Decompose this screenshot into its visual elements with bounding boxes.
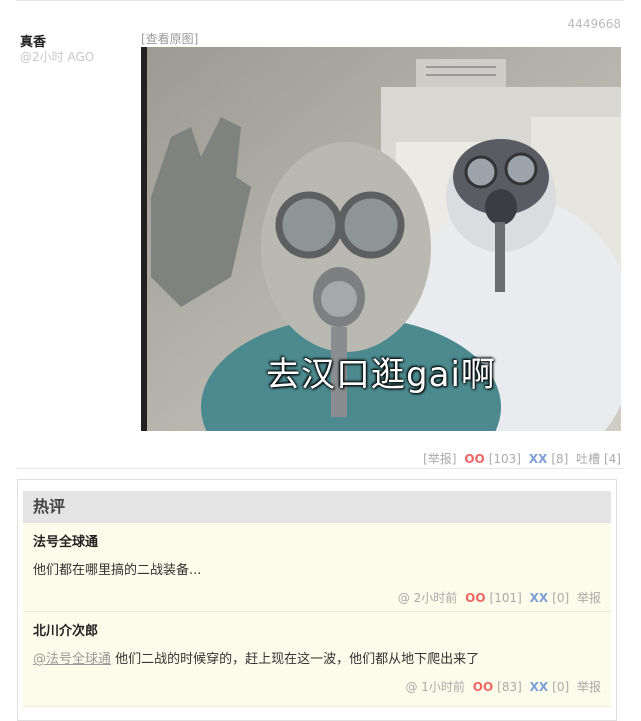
- comment-report-link[interactable]: 举报: [577, 680, 601, 694]
- post-image[interactable]: 去汉口逛gai啊: [141, 47, 621, 431]
- comment-author[interactable]: 北川介次郎: [33, 620, 98, 639]
- comment-meta: @ 1小时前 OO [83] XX [0] 举报: [401, 678, 601, 695]
- comment-xx-count: [0]: [552, 680, 570, 694]
- comment-oo-button[interactable]: OO: [465, 591, 485, 605]
- comment-item: 北川介次郎 @法号全球通 他们二战的时候穿的，赶上现在这一波，他们都从地下爬出来…: [23, 612, 611, 707]
- image-caption: 去汉口逛gai啊: [266, 355, 496, 395]
- post-time: @2小时 AGO: [20, 50, 95, 64]
- hot-comments-panel: 热评 法号全球通 他们都在哪里搞的二战装备... @ 2小时前 OO [101] …: [17, 479, 617, 721]
- view-original-link[interactable]: [查看原图]: [141, 30, 198, 47]
- xx-count: [8]: [551, 452, 569, 466]
- comment-item: 法号全球通 他们都在哪里搞的二战装备... @ 2小时前 OO [101] XX[…: [23, 523, 611, 612]
- comment-mention-link[interactable]: @法号全球通: [33, 652, 111, 667]
- mid-divider: [16, 468, 624, 469]
- post-actions: [举报] OO [103] XX [8] 吐槽 [4]: [419, 450, 621, 467]
- comment-oo-count: [101]: [489, 591, 522, 605]
- comment-text: 他们都在哪里搞的二战装备...: [33, 563, 202, 578]
- comment-text-line: @法号全球通 他们二战的时候穿的，赶上现在这一波，他们都从地下爬出来了: [33, 648, 479, 667]
- comment-xx-button[interactable]: XX: [530, 680, 549, 694]
- comment-meta: @ 2小时前 OO [101] XX [0] 举报: [394, 589, 601, 606]
- xx-vote-button[interactable]: XX: [529, 452, 548, 466]
- post-id: 4449668: [567, 17, 621, 31]
- hot-comments-title: 热评: [23, 491, 611, 523]
- comment-time: @ 1小时前: [405, 680, 465, 694]
- report-link[interactable]: [举报]: [423, 452, 456, 466]
- comment-oo-button[interactable]: OO: [473, 680, 493, 694]
- comment-report-link[interactable]: 举报: [577, 591, 601, 605]
- oo-count: [103]: [488, 452, 521, 466]
- oo-vote-button[interactable]: OO: [464, 452, 484, 466]
- tucao-link[interactable]: 吐槽 [4]: [576, 452, 621, 466]
- top-divider: [16, 0, 624, 1]
- comment-text: 他们二战的时候穿的，赶上现在这一波，他们都从地下爬出来了: [111, 652, 480, 667]
- comment-time: @ 2小时前: [397, 591, 458, 605]
- comment-xx-button[interactable]: XX: [530, 591, 549, 605]
- comment-author[interactable]: 法号全球通: [33, 531, 98, 550]
- comment-oo-count: [83]: [497, 680, 522, 694]
- comment-xx-count: [0]: [552, 591, 570, 605]
